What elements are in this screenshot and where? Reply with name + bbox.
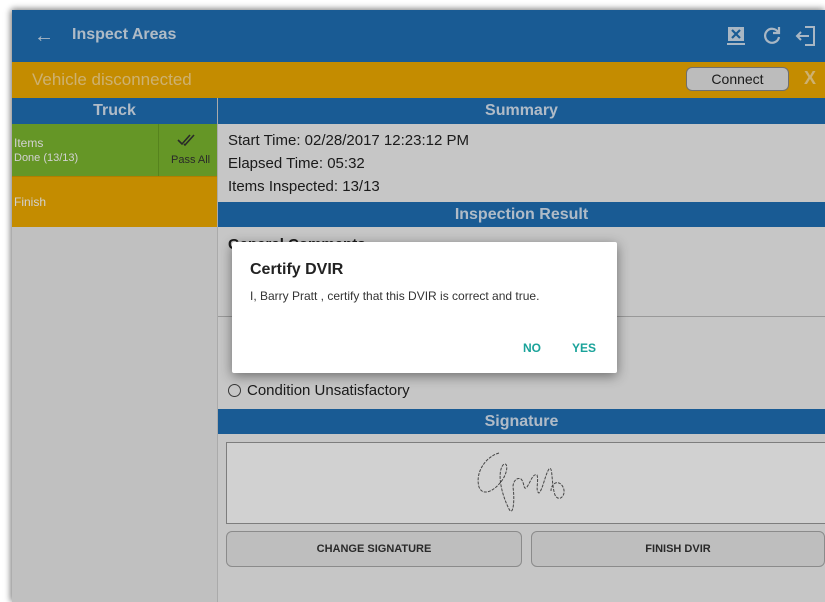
no-button[interactable]: NO xyxy=(523,341,541,355)
dialog-message: I, Barry Pratt , certify that this DVIR … xyxy=(250,289,540,303)
dialog-title: Certify DVIR xyxy=(250,261,344,278)
app-window: ← Inspect Areas Vehicle disconnected Con… xyxy=(12,10,825,602)
certify-dvir-dialog: Certify DVIR I, Barry Pratt , certify th… xyxy=(232,242,617,373)
yes-button[interactable]: YES xyxy=(572,341,596,355)
